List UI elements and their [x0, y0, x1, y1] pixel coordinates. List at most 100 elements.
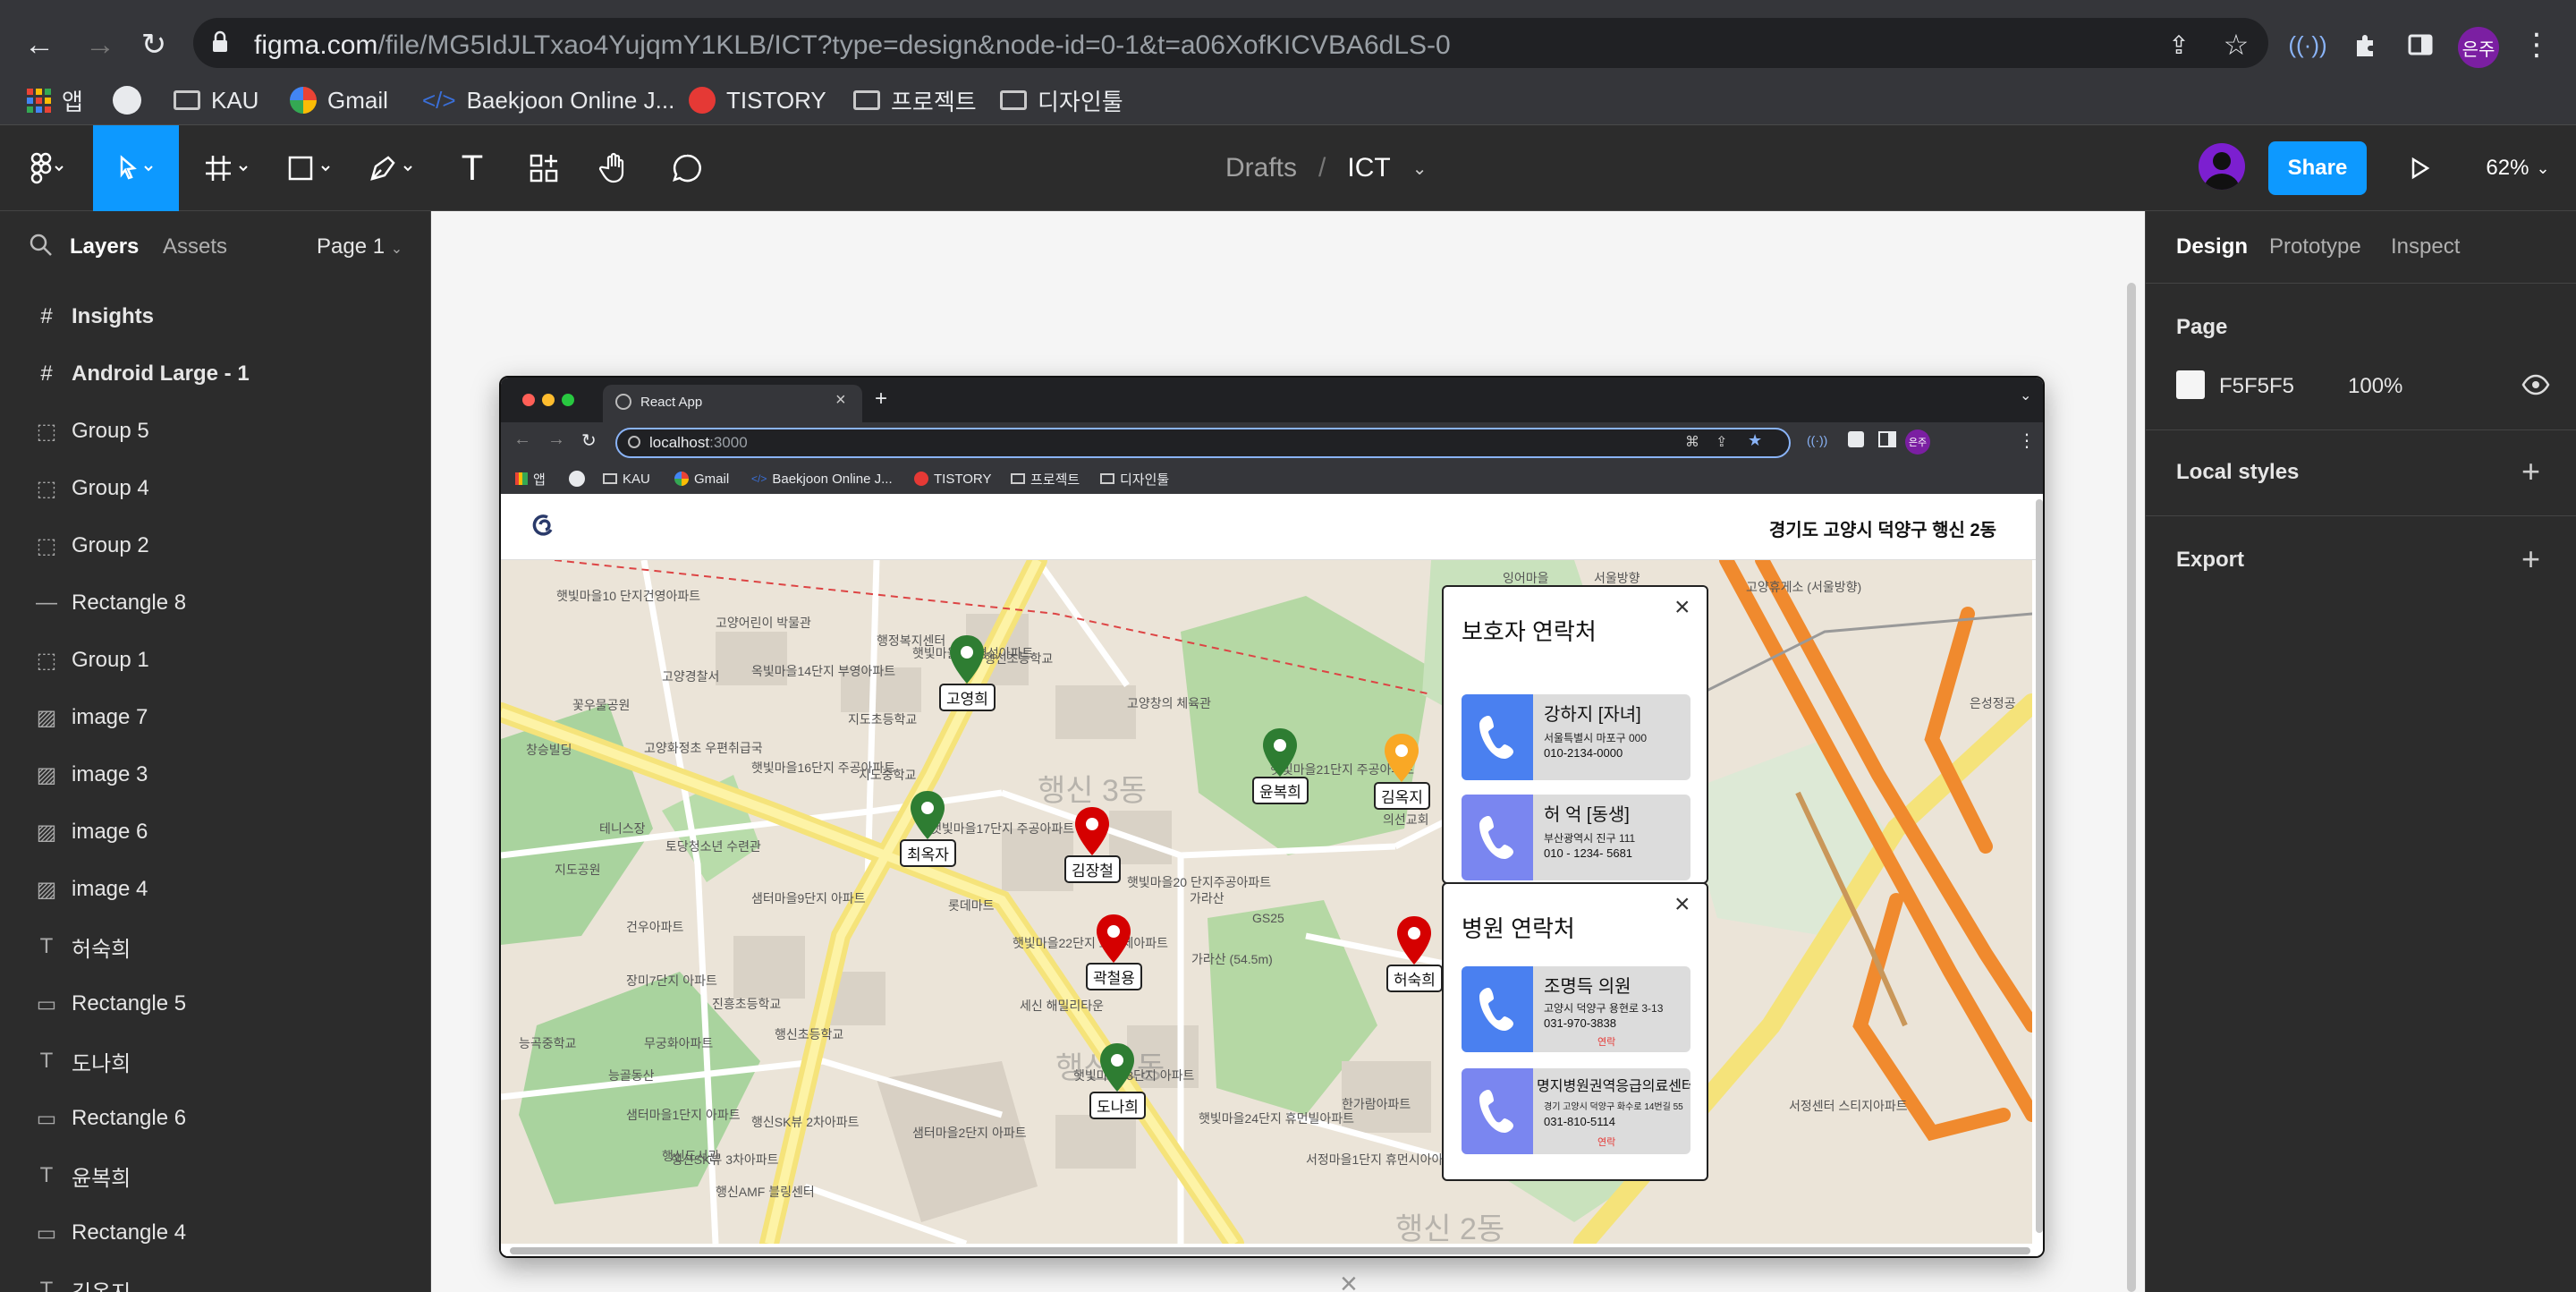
back-icon[interactable]: ←	[513, 429, 531, 450]
bookmark-apps[interactable]: 앱	[515, 463, 546, 494]
inner-address-bar[interactable]: localhost:3000 ⌘ ⇪ ★	[615, 428, 1791, 458]
person-marker[interactable]: 도나희	[1089, 1041, 1146, 1119]
share-page-icon[interactable]: ⇪	[2161, 27, 2197, 63]
back-icon[interactable]: ←	[21, 27, 57, 63]
close-icon[interactable]: ×	[1674, 592, 1690, 623]
rectangle-tool-icon[interactable]	[275, 125, 347, 211]
bookmark-star-icon[interactable]: ☆	[2218, 27, 2254, 63]
page-color-hex[interactable]: F5F5F5	[2219, 374, 2294, 399]
contact-action-badge[interactable]: 연락	[1597, 1135, 1615, 1149]
add-style-plus-icon[interactable]: +	[2521, 453, 2540, 490]
window-close-dot[interactable]	[522, 394, 535, 406]
new-tab-icon[interactable]: +	[875, 387, 887, 412]
bookmark-gmail[interactable]: Gmail	[290, 75, 388, 125]
contact-card[interactable]: 명지병원권역응급의료센터 경기 고양시 덕양구 화수로 14번길 55 031-…	[1462, 1068, 1690, 1154]
layer-row[interactable]: # Insights	[0, 288, 431, 345]
hand-tool-icon[interactable]	[590, 125, 640, 211]
resources-tool-icon[interactable]	[519, 125, 569, 211]
window-zoom-dot[interactable]	[562, 394, 574, 406]
extensions-icon[interactable]	[1848, 431, 1864, 447]
page-selector[interactable]: Page 1 ⌄	[317, 234, 402, 259]
layer-row[interactable]: ⬚ Group 1	[0, 632, 431, 689]
person-marker[interactable]: 고영희	[939, 633, 996, 711]
search-icon[interactable]	[29, 233, 54, 258]
app-vertical-scrollbar[interactable]	[2036, 499, 2043, 1233]
layer-row[interactable]: ⬚ Group 4	[0, 460, 431, 517]
side-panel-icon[interactable]	[1878, 431, 1896, 447]
tab-close-icon[interactable]: ×	[835, 390, 846, 411]
bookmark-tistory[interactable]: TISTORY	[689, 75, 826, 125]
layer-row[interactable]: ▨ image 3	[0, 746, 431, 803]
breadcrumb-drafts[interactable]: Drafts	[1225, 153, 1297, 183]
person-marker[interactable]: 김장철	[1064, 805, 1121, 883]
layer-row[interactable]: ▭ Rectangle 6	[0, 1090, 431, 1147]
layer-row[interactable]: T 윤복희	[0, 1147, 431, 1204]
add-export-plus-icon[interactable]: +	[2521, 540, 2540, 578]
inner-tab[interactable]: React App ×	[603, 385, 862, 422]
canvas-scrollbar[interactable]	[2127, 283, 2136, 1292]
react-app-frame[interactable]: React App × + ⌄ ← → ↻ localhost:3000 ⌘ ⇪…	[499, 376, 2045, 1258]
frame-tool-icon[interactable]	[193, 125, 265, 211]
window-minimize-dot[interactable]	[542, 394, 555, 406]
tab-search-icon[interactable]: ⌄	[2020, 387, 2031, 404]
bookmark-kau[interactable]: KAU	[603, 463, 650, 494]
forward-icon[interactable]: →	[82, 27, 118, 63]
chevron-down-icon[interactable]: ⌄	[1412, 157, 1428, 180]
bookmark-gmail[interactable]: Gmail	[674, 463, 729, 494]
layer-row[interactable]: # Android Large - 1	[0, 345, 431, 403]
extensions-icon[interactable]	[2347, 27, 2383, 63]
layer-row[interactable]: T 도나희	[0, 1033, 431, 1090]
person-marker[interactable]: 곽철용	[1086, 913, 1142, 990]
forward-icon[interactable]: →	[547, 429, 565, 450]
side-panel-icon[interactable]	[2402, 27, 2438, 63]
map-view[interactable]: 행신 3동 행신 1동 행신 2동 햇빛마을10 단지건영아파트 고양어린이 박물관 행신…	[501, 560, 2032, 1244]
layer-row[interactable]: T 허숙희	[0, 918, 431, 975]
person-marker[interactable]: 허숙희	[1386, 914, 1443, 992]
contact-card[interactable]: 강하지 [자녀] 서울특별시 마포구 000 010-2134-0000	[1462, 694, 1690, 780]
share-button[interactable]: Share	[2268, 141, 2367, 195]
bookmark-project[interactable]: 프로젝트	[1011, 463, 1080, 494]
tab-layers[interactable]: Layers	[70, 234, 139, 259]
tab-inspect[interactable]: Inspect	[2391, 234, 2460, 259]
contact-card[interactable]: 허 억 [동생] 부산광역시 진구 111 010 - 1234- 5681	[1462, 795, 1690, 880]
user-avatar[interactable]	[2199, 143, 2245, 190]
bookmark-star-icon[interactable]: ★	[1748, 431, 1762, 450]
page-color-swatch[interactable]	[2176, 370, 2205, 399]
figma-menu-icon[interactable]	[14, 125, 79, 211]
file-name[interactable]: ICT	[1347, 153, 1390, 183]
contact-card[interactable]: 조명득 의원 고양시 덕양구 용현로 3-13 031-970-3838 연락	[1462, 966, 1690, 1052]
layer-row[interactable]: ⬚ Group 5	[0, 403, 431, 460]
map-horizontal-scrollbar[interactable]	[510, 1247, 2030, 1254]
move-tool-icon[interactable]	[93, 125, 179, 211]
translate-icon[interactable]: ⌘	[1685, 433, 1699, 451]
layer-row[interactable]: ▨ image 6	[0, 803, 431, 861]
zoom-dropdown[interactable]: 62% ⌄	[2478, 125, 2558, 211]
cast-icon[interactable]: ((·))	[2288, 27, 2326, 63]
kebab-menu-icon[interactable]: ⋮	[2519, 27, 2555, 63]
comment-tool-icon[interactable]	[662, 125, 712, 211]
close-icon[interactable]: ×	[1674, 889, 1690, 920]
layer-row[interactable]: T 김옥지	[0, 1262, 431, 1292]
present-play-icon[interactable]	[2397, 125, 2442, 211]
person-marker[interactable]: 윤복희	[1252, 727, 1309, 804]
tab-prototype[interactable]: Prototype	[2269, 234, 2361, 259]
bookmark-kau[interactable]: KAU	[174, 75, 258, 125]
bookmark-designtool[interactable]: 디자인툴	[1000, 75, 1123, 125]
share-page-icon[interactable]: ⇪	[1716, 433, 1727, 451]
profile-avatar[interactable]: 은주	[1905, 429, 1930, 455]
bookmark-designtool[interactable]: 디자인툴	[1100, 463, 1169, 494]
app-logo-icon[interactable]	[528, 510, 560, 542]
cast-icon[interactable]: ((·))	[1807, 433, 1827, 447]
layer-row[interactable]: ▭ Rectangle 5	[0, 975, 431, 1033]
pen-tool-icon[interactable]	[358, 125, 429, 211]
page-color-opacity[interactable]: 100%	[2348, 374, 2402, 399]
person-marker[interactable]: 최옥자	[900, 789, 956, 867]
layer-row[interactable]: ⬚ Group 2	[0, 517, 431, 574]
bookmark-baekjoon[interactable]: </> Baekjoon Online J...	[422, 75, 674, 125]
profile-avatar[interactable]: 은주	[2458, 27, 2499, 68]
layer-row[interactable]: ▨ image 4	[0, 861, 431, 918]
bookmark-baekjoon[interactable]: </> Baekjoon Online J...	[751, 463, 893, 494]
layer-row[interactable]: — Rectangle 8	[0, 574, 431, 632]
contact-action-badge[interactable]: 연락	[1597, 1034, 1615, 1049]
layer-row[interactable]: ▭ Rectangle 4	[0, 1204, 431, 1262]
